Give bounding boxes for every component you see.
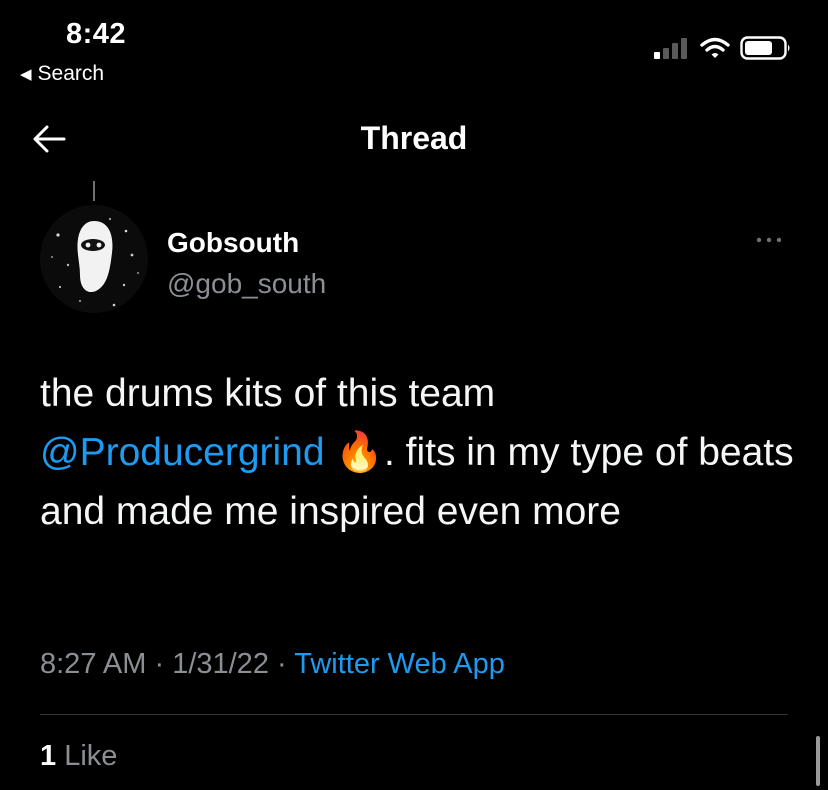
divider: [40, 714, 788, 715]
meta-separator: ·: [154, 648, 173, 680]
status-time: 8:42: [66, 18, 127, 50]
author-name[interactable]: Gobsouth: [167, 227, 299, 259]
thread-connector-line: [93, 181, 95, 201]
page-title: Thread: [360, 120, 468, 156]
battery-icon: [740, 36, 790, 60]
wifi-icon: [700, 37, 730, 58]
tweet-source-link[interactable]: Twitter Web App: [294, 648, 505, 680]
back-to-search[interactable]: ◀ Search: [20, 62, 104, 86]
signal-icon: [654, 38, 687, 59]
avatar[interactable]: [40, 205, 148, 313]
tweet-text: the drums kits of this team @Producergrin…: [40, 364, 800, 541]
like-count-label: Like: [64, 740, 118, 772]
like-count-number: 1: [40, 740, 57, 772]
avatar-image: [40, 205, 148, 313]
more-options-icon[interactable]: [754, 230, 784, 250]
back-triangle-icon: ◀: [20, 65, 32, 83]
tweet-date: 1/31/22: [172, 648, 269, 680]
author-handle[interactable]: @gob_south: [167, 268, 326, 300]
meta-separator: ·: [277, 648, 295, 680]
scrollbar[interactable]: [816, 736, 820, 786]
likes-count[interactable]: 1 Like: [40, 740, 117, 773]
mention-link[interactable]: @Producergrind: [40, 431, 325, 474]
tweet-text-intro: the drums kits of this team: [40, 372, 496, 415]
fire-emoji: 🔥: [335, 431, 384, 474]
status-icons: [654, 36, 792, 60]
tweet-meta: 8:27 AM · 1/31/22 · Twitter Web App: [40, 648, 505, 681]
tweet-time: 8:27 AM: [40, 648, 147, 680]
back-to-search-label: Search: [37, 62, 105, 85]
